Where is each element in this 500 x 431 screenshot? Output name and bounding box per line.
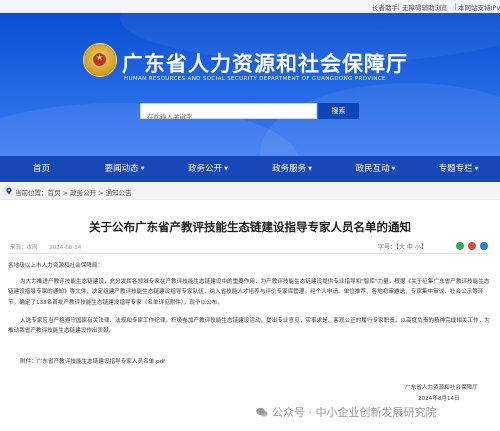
article-title: 关于公布广东省产教评技能生态链建设指导专家人员名单的通知 bbox=[89, 220, 411, 234]
search-input[interactable] bbox=[141, 110, 316, 124]
nav-item-home[interactable]: 首页 bbox=[0, 156, 83, 182]
article-source: 来源：本网 bbox=[10, 245, 38, 251]
chevron-down-icon: ▼ bbox=[224, 166, 228, 172]
wechat-share-icon[interactable] bbox=[456, 242, 464, 250]
sign-date: 2024年8月14日 bbox=[418, 396, 460, 402]
search-button[interactable]: 搜索 bbox=[318, 103, 359, 119]
nav-item-label: 政民互动 bbox=[355, 164, 390, 174]
nav-item-interaction[interactable]: 政民互动 ▼ bbox=[334, 156, 417, 182]
topbar-separator bbox=[455, 3, 456, 10]
nav-item-label: 首页 bbox=[32, 164, 50, 174]
nav-item-gov-service[interactable]: 政务服务 ▼ bbox=[250, 156, 334, 182]
article-meta: 来源：本网 2024-08-14 bbox=[10, 243, 91, 251]
nav-item-gov-open[interactable]: 政务公开 ▼ bbox=[166, 156, 250, 182]
watermark-text: 公众号 · 中小企业创新发展研究院 bbox=[272, 406, 437, 419]
greeting-text: 各地级以上市人力资源和社会保障局： bbox=[8, 263, 104, 269]
chevron-down-icon: ▼ bbox=[140, 166, 145, 172]
nav-item-topics[interactable]: 专题专栏 ▼ bbox=[417, 156, 500, 182]
paragraph-2: 入选专家应当严格遵守国家有关法律、法规和专家工作纪律，积极参加产教评技能生态链建… bbox=[8, 318, 490, 335]
nav-item-label: 政务公开 bbox=[188, 164, 223, 174]
breadcrumb-text[interactable]: 当前位置：首页 > 政务公开 > 通知公告 bbox=[15, 187, 132, 197]
attachment-link[interactable]: 附件：广东省产教评技能生态链建设指导专家人员名单.pdf bbox=[20, 357, 320, 367]
chevron-down-icon: ▼ bbox=[474, 166, 479, 172]
site-subtitle: HUMAN RESOURCES AND SOCIAL SECURITY DEPA… bbox=[124, 76, 386, 82]
qzone-share-icon[interactable] bbox=[480, 242, 488, 250]
font-size-switcher[interactable]: 字号：【大 中 小】 bbox=[378, 242, 427, 251]
nav-item-label: 政务服务 bbox=[272, 164, 307, 174]
wechat-icon bbox=[256, 407, 268, 417]
elder-assistant-link[interactable]: 长者助手 bbox=[372, 2, 398, 12]
article: 关于公布广东省产教评技能生态链建设指导专家人员名单的通知 来源：本网 2024-… bbox=[0, 200, 500, 431]
site-banner bbox=[0, 13, 500, 156]
article-date: 2024-08-14 bbox=[49, 245, 82, 251]
nav-item-news[interactable]: 要闻动态 ▼ bbox=[83, 156, 166, 182]
topbar-separator bbox=[398, 3, 399, 10]
emblem-icon[interactable]: ★ bbox=[83, 43, 117, 77]
chevron-down-icon: ▼ bbox=[391, 166, 396, 172]
star-icon: ★ bbox=[96, 53, 104, 62]
weibo-share-icon[interactable] bbox=[468, 242, 476, 250]
paragraph-1: 为大力推进产教评技能生态链建设，充分发挥各领域专家在产教评技能生态链建设中的重要… bbox=[8, 279, 490, 306]
location-icon bbox=[6, 187, 12, 195]
nav-item-label: 要闻动态 bbox=[104, 164, 139, 174]
signer: 广东省人力资源和社会保障厅 bbox=[405, 385, 478, 391]
accessible-browse-link[interactable]: 无障碍辅助浏览 bbox=[402, 2, 448, 12]
search-box bbox=[140, 103, 317, 124]
nav-item-label: 专题专栏 bbox=[438, 164, 473, 174]
main-nav: 首页 要闻动态 ▼ 政务公开 ▼ 政务服务 ▼ 政民互动 ▼ 专题专栏 ▼ bbox=[0, 156, 500, 182]
top-utility-bar: 长者助手 无障碍辅助浏览 本网站支持IPv6 bbox=[0, 0, 500, 13]
divider bbox=[10, 253, 490, 254]
ipv6-notice: 本网站支持IPv6 bbox=[458, 4, 500, 12]
breadcrumb: 当前位置：首页 > 政务公开 > 通知公告 bbox=[0, 182, 500, 200]
chevron-down-icon: ▼ bbox=[308, 166, 312, 172]
site-title[interactable]: 广东省人力资源和社会保障厅 bbox=[122, 48, 408, 78]
